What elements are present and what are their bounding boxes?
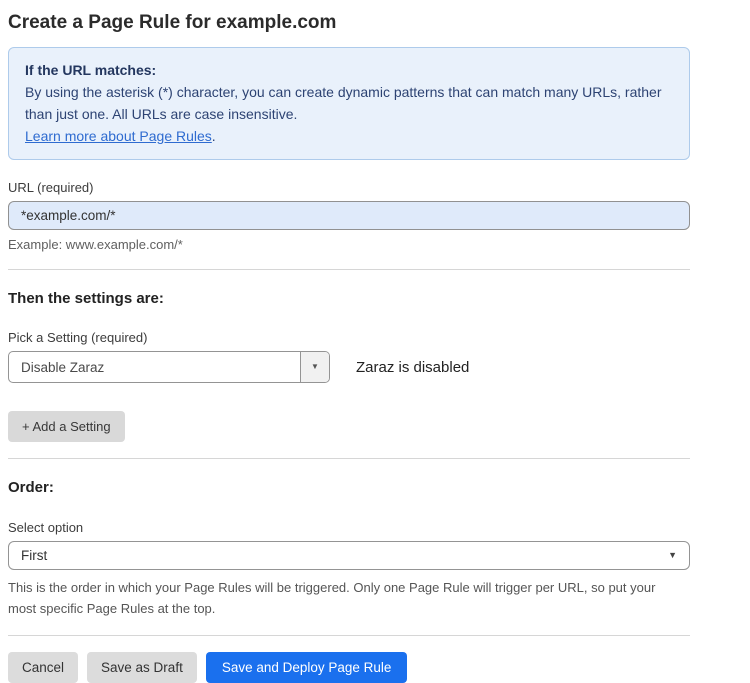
- form-actions: Cancel Save as Draft Save and Deploy Pag…: [8, 652, 690, 683]
- divider: [8, 635, 690, 636]
- url-input[interactable]: [8, 201, 690, 230]
- cancel-button[interactable]: Cancel: [8, 652, 78, 683]
- info-box-body: By using the asterisk (*) character, you…: [25, 81, 673, 125]
- setting-select[interactable]: Disable Zaraz ▼: [8, 351, 330, 383]
- settings-section-heading: Then the settings are:: [8, 290, 690, 308]
- setting-picker-row: Disable Zaraz ▼ Zaraz is disabled: [8, 351, 690, 383]
- url-match-info-box: If the URL matches: By using the asteris…: [8, 47, 690, 160]
- order-section-heading: Order:: [8, 479, 690, 497]
- url-field-label: URL (required): [8, 180, 690, 196]
- save-as-draft-button[interactable]: Save as Draft: [87, 652, 197, 683]
- save-and-deploy-button[interactable]: Save and Deploy Page Rule: [206, 652, 408, 683]
- link-suffix: .: [212, 128, 216, 144]
- setting-status-text: Zaraz is disabled: [356, 359, 469, 376]
- divider: [8, 269, 690, 270]
- info-box-link-row: Learn more about Page Rules.: [25, 125, 673, 147]
- chevron-down-icon: ▼: [311, 363, 319, 371]
- order-select-label: Select option: [8, 520, 690, 536]
- divider: [8, 458, 690, 459]
- order-help-text: This is the order in which your Page Rul…: [8, 577, 680, 619]
- order-select-value: First: [21, 548, 47, 563]
- setting-select-arrow-button[interactable]: ▼: [300, 352, 329, 382]
- url-example-hint: Example: www.example.com/*: [8, 237, 690, 253]
- setting-select-value: Disable Zaraz: [9, 352, 300, 382]
- pick-setting-label: Pick a Setting (required): [8, 330, 690, 346]
- learn-more-link[interactable]: Learn more about Page Rules: [25, 128, 212, 144]
- add-setting-button[interactable]: + Add a Setting: [8, 411, 125, 442]
- order-select[interactable]: First ▼: [8, 541, 690, 570]
- chevron-down-icon: ▼: [668, 551, 677, 560]
- page-title: Create a Page Rule for example.com: [8, 11, 690, 34]
- info-box-heading: If the URL matches:: [25, 59, 673, 81]
- page-rule-form: Create a Page Rule for example.com If th…: [8, 11, 690, 683]
